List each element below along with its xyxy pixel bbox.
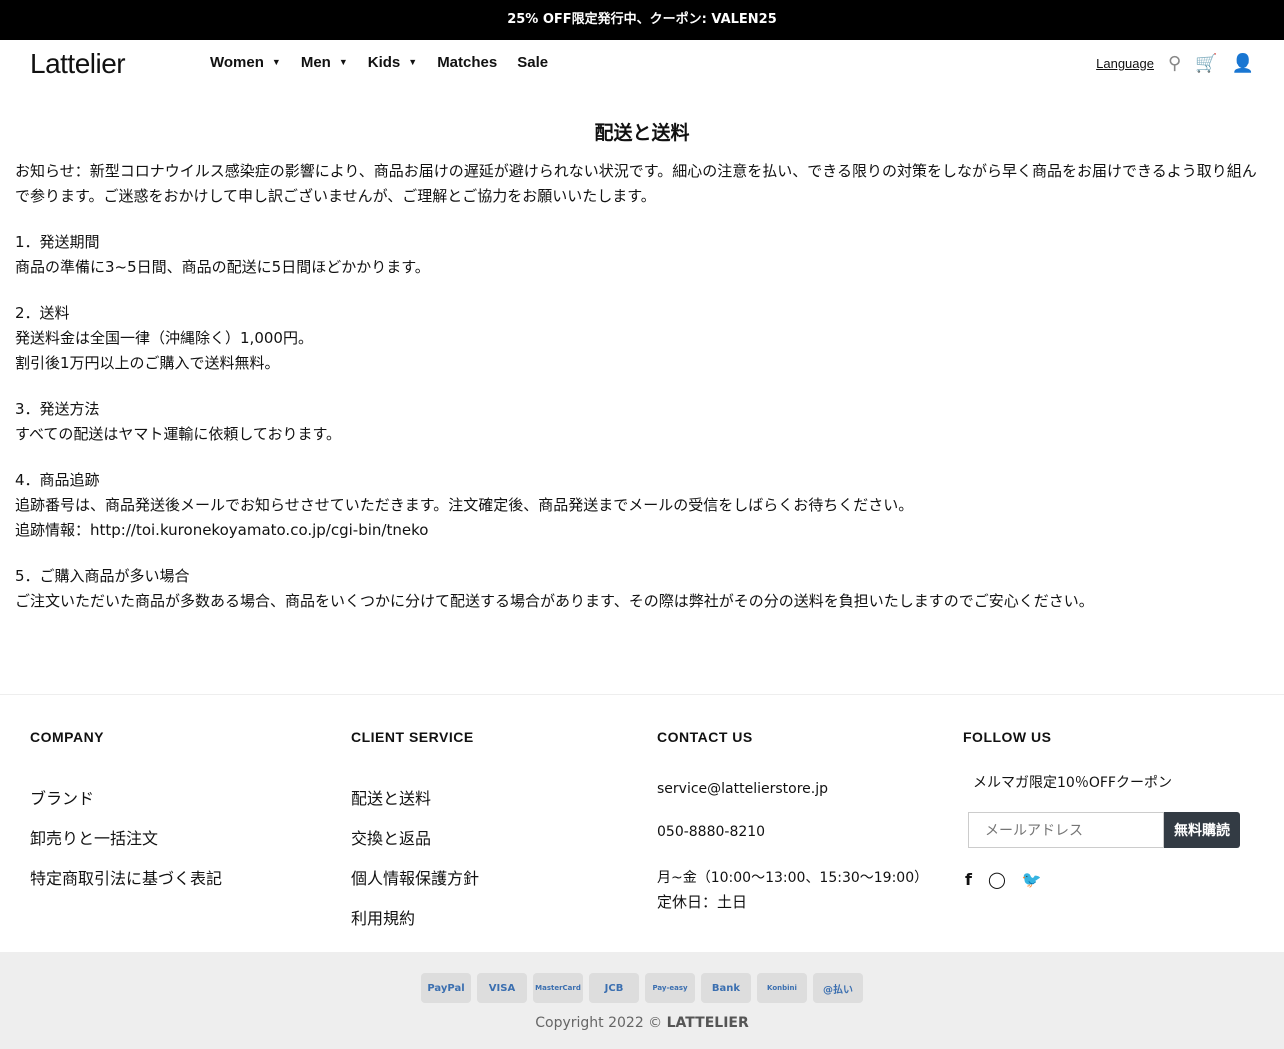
footer-link[interactable]: ブランド	[30, 785, 222, 809]
header: Lattelier Women ▼ Men ▼ Kids ▼ Matches Sale Lan…	[0, 40, 1284, 86]
nav-item-sale[interactable]: Sale	[517, 54, 548, 71]
nav-item-kids[interactable]: Kids ▼	[368, 54, 417, 71]
nav-label: Sale	[517, 54, 549, 71]
section-text: すべての配送はヤマト運輸に依頼しております。	[15, 425, 341, 443]
promo-banner: 25% OFF限定発行中、クーポン: VALEN25	[0, 0, 1284, 40]
client-service-column: CLIENT SERVICE 配送と送料交換と返品個人情報保護方針 利用規約	[351, 729, 479, 945]
email-input[interactable]	[968, 812, 1164, 848]
payment-7-icon: @払い	[813, 973, 863, 1003]
payment-5-icon: Bank	[701, 973, 751, 1003]
payment-methods: PayPal VISA MasterCard JCB Pay-easy Bank Konbi…	[0, 973, 1284, 1003]
section-heading: 5．ご購入商品が多い場合	[15, 567, 190, 585]
nav-label: Men	[300, 54, 331, 71]
footer-link[interactable]: 交換と返品	[351, 825, 479, 849]
section-text: 割引後1万円以上のご購入で送料無料。	[15, 354, 280, 372]
twitter-icon[interactable]: 🐦	[1022, 870, 1042, 889]
nav-label: Women	[210, 54, 264, 71]
contact-column: CONTACT US service@lattelierstore.jp 050…	[657, 729, 928, 939]
nav-item-women[interactable]: Women ▼	[210, 54, 281, 71]
payment-1-icon: VISA	[477, 973, 527, 1003]
chevron-down-icon: ▼	[408, 57, 418, 67]
instagram-icon[interactable]: ◯	[988, 870, 1006, 889]
page-title: 配送と送料	[594, 122, 690, 144]
contact-hours: 月~金（10:00～13:00、15:30～19:00）	[657, 870, 929, 886]
footer-link[interactable]: 特定商取引法に基づく表記	[30, 865, 222, 889]
contact-phone: 050-8880-8210	[657, 824, 766, 840]
footer-link[interactable]: 配送と送料	[351, 785, 479, 809]
cart-icon[interactable]: 🛒	[1195, 53, 1217, 74]
payment-0-icon: PayPal	[421, 973, 471, 1003]
chevron-down-icon: ▼	[338, 57, 348, 67]
contact-email[interactable]: service@lattelierstore.jp	[657, 781, 928, 797]
logo[interactable]: Lattelier	[30, 48, 126, 80]
section-text: 発送料金は全国一律（沖縄除く）1,000円。	[15, 329, 313, 347]
footer-link[interactable]: 卸売りと一括注文	[30, 825, 222, 849]
section-heading: 3．発送方法	[15, 400, 100, 418]
section-text: 商品の準備に3~5日間、商品の配送に5日間ほどかかります。	[15, 258, 430, 276]
contact-title: CONTACT US	[657, 729, 753, 745]
shipping-section: 3．発送方法すべての配送はヤマト運輸に依頼しております。	[15, 397, 1269, 447]
section-text: 追跡番号は、商品発送後メールでお知らせさせていただきます。注文確定後、商品発送ま…	[15, 496, 914, 514]
nav-label: Matches	[437, 54, 498, 71]
subscribe-button[interactable]: 無料購読	[1164, 812, 1240, 848]
shipping-section: 2．送料発送料金は全国一律（沖縄除く）1,000円。 割引後1万円以上のご購入で送…	[15, 301, 1269, 376]
contact-holiday: 定休日：土日	[657, 893, 748, 911]
shipping-section: 4．商品追跡追跡番号は、商品発送後メールでお知らせさせていただきます。注文確定後…	[15, 468, 1269, 543]
client-service-title: CLIENT SERVICE	[351, 729, 474, 745]
content: 配送と送料 お知らせ：新型コロナウイルス感染症の影響により、商品お届けの遅延が避…	[0, 118, 1284, 614]
copyright-brand: LATTELIER	[666, 1015, 749, 1031]
footer-link[interactable]: 利用規約	[351, 905, 479, 929]
section-heading: 4．商品追跡	[15, 471, 100, 489]
copyright: Copyright 2022 ©	[535, 1015, 663, 1031]
newsletter-promo: メルマガ限定10％OFFクーポン	[973, 775, 1172, 791]
nav-label: Kids	[367, 54, 401, 71]
section-text: 追跡情報：http://toi.kuronekoyamato.co.jp/cgi…	[15, 521, 429, 539]
section-heading: 1．発送期間	[15, 233, 100, 251]
account-icon[interactable]: 👤	[1232, 53, 1254, 74]
section-heading: 2．送料	[15, 304, 70, 322]
company-title: COMPANY	[30, 729, 105, 745]
follow-column: FOLLOW US メルマガ限定10％OFFクーポン 無料購読 f ◯ 🐦	[963, 729, 1240, 889]
shipping-section: 1．発送期間商品の準備に3~5日間、商品の配送に5日間ほどかかります。	[15, 230, 1269, 280]
payment-2-icon: MasterCard	[533, 973, 583, 1003]
follow-title: FOLLOW US	[963, 729, 1052, 745]
facebook-icon[interactable]: f	[965, 870, 972, 889]
footer-link[interactable]: 個人情報保護方針	[351, 865, 479, 889]
chevron-down-icon: ▼	[271, 57, 281, 67]
search-icon[interactable]: ⚲	[1168, 53, 1181, 74]
main-nav: Women ▼ Men ▼ Kids ▼ Matches Sale	[210, 54, 548, 71]
bottom-bar: PayPal VISA MasterCard JCB Pay-easy Bank Konbi…	[0, 952, 1284, 1049]
notice: お知らせ：新型コロナウイルス感染症の影響により、商品お届けの遅延が避けられない状…	[15, 162, 1257, 205]
nav-item-men[interactable]: Men ▼	[301, 54, 348, 71]
company-column: COMPANY ブランド卸売りと一括注文 特定商取引法に基づく表記	[30, 729, 222, 905]
payment-4-icon: Pay-easy	[645, 973, 695, 1003]
footer: COMPANY ブランド卸売りと一括注文 特定商取引法に基づく表記 CLIENT …	[0, 694, 1284, 952]
nav-item-matches[interactable]: Matches	[437, 54, 497, 71]
payment-6-icon: Konbini	[757, 973, 807, 1003]
payment-3-icon: JCB	[589, 973, 639, 1003]
shipping-section: 5．ご購入商品が多い場合ご注文いただいた商品が多数ある場合、商品をいくつかに分け…	[15, 564, 1269, 614]
language-link[interactable]: Language	[1096, 56, 1154, 71]
section-text: ご注文いただいた商品が多数ある場合、商品をいくつかに分けて配送する場合があります…	[15, 592, 1094, 610]
